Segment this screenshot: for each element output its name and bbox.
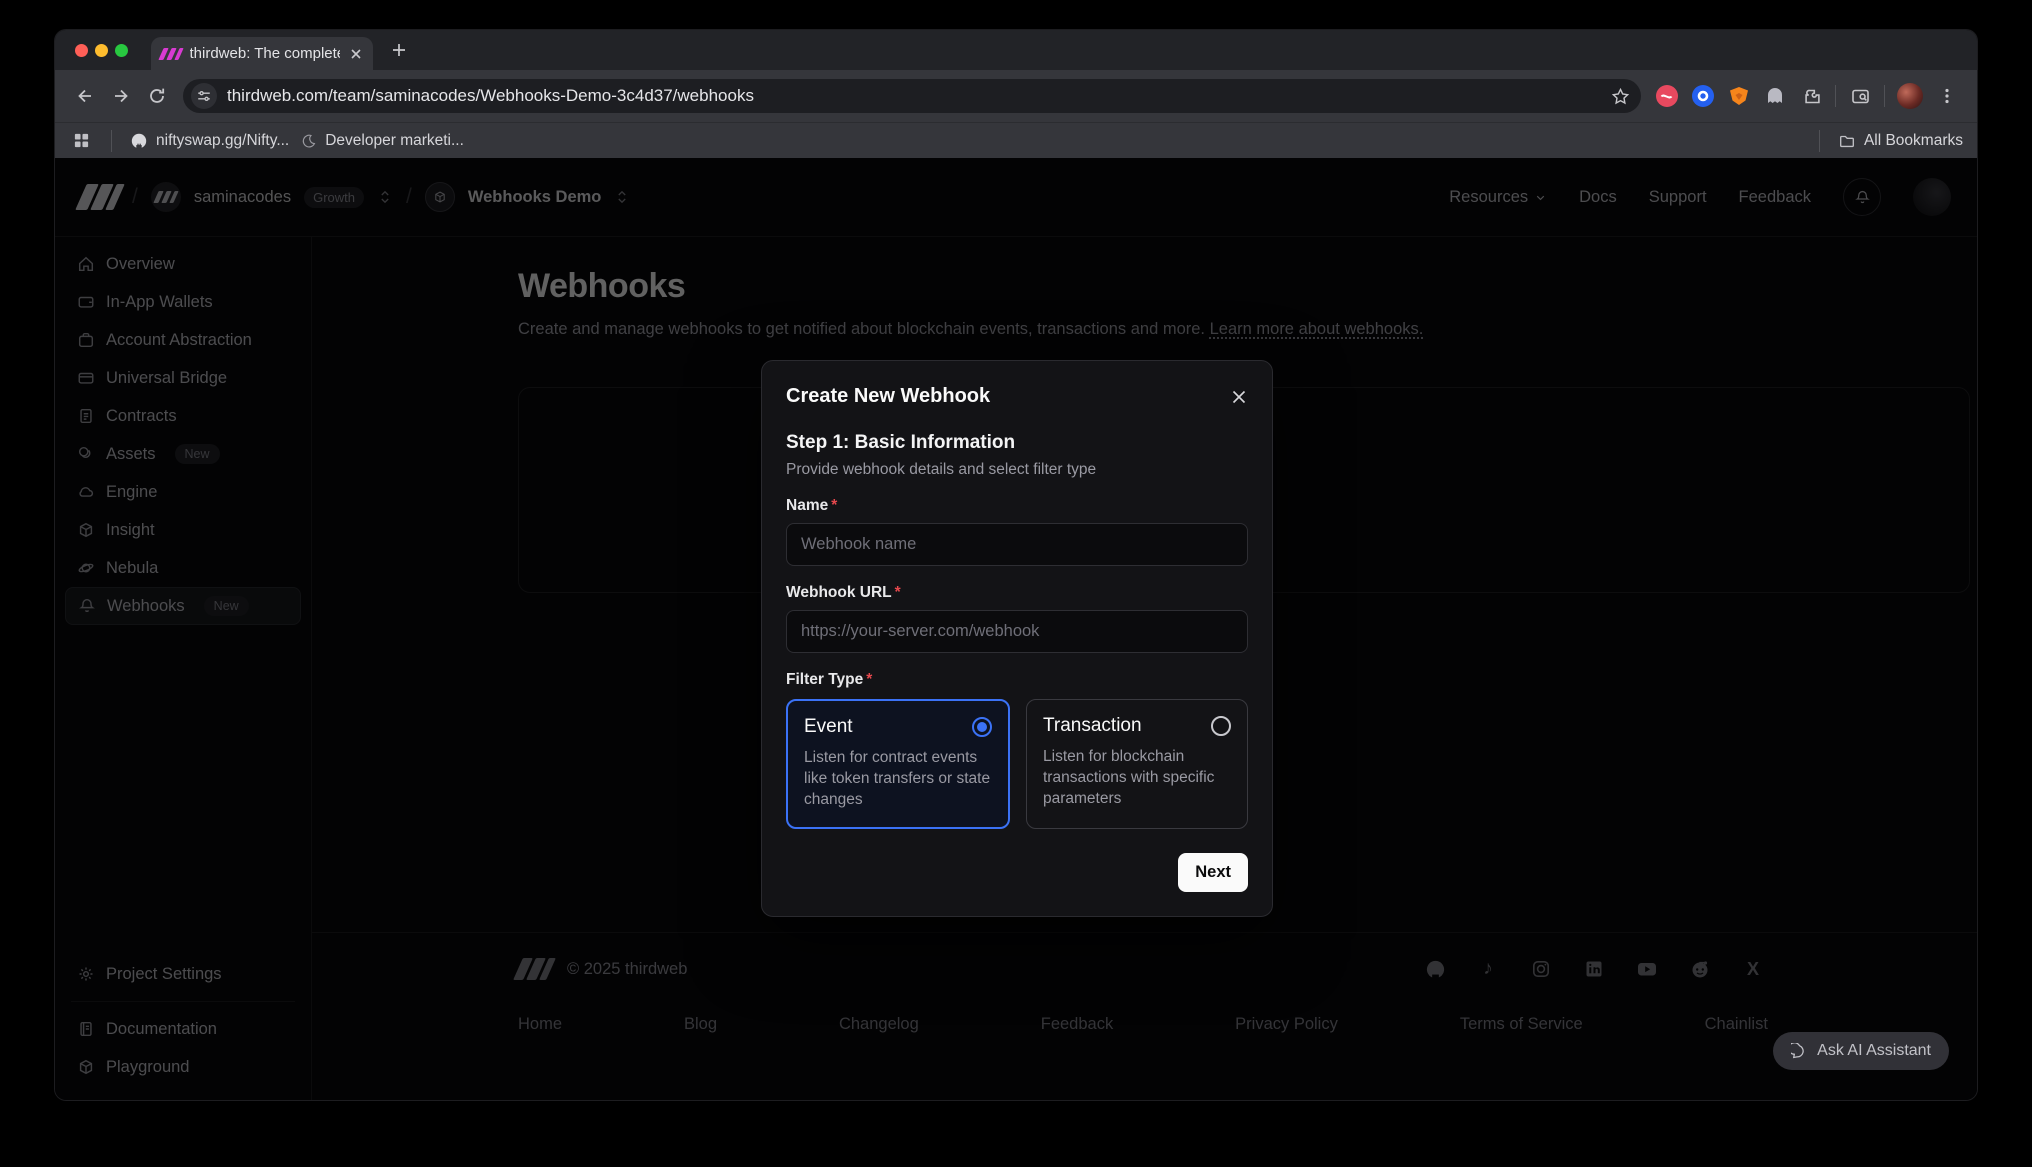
webhook-url-input[interactable] <box>786 610 1248 653</box>
step-subtitle: Provide webhook details and select filte… <box>786 461 1248 479</box>
apps-grid-icon[interactable] <box>69 129 93 153</box>
window-controls <box>75 44 128 57</box>
name-label: Name* <box>786 497 1248 515</box>
browser-tab[interactable]: thirdweb: The complete web3 <box>151 37 373 70</box>
filter-type-label: Filter Type* <box>786 671 1248 689</box>
phantom-icon[interactable] <box>1762 83 1788 109</box>
extensions-puzzle-icon[interactable] <box>1798 83 1824 109</box>
back-icon[interactable] <box>67 78 103 114</box>
webhook-name-input[interactable] <box>786 523 1248 566</box>
create-webhook-modal: Create New Webhook Step 1: Basic Informa… <box>761 360 1273 917</box>
bookmark-star-icon[interactable] <box>1605 78 1635 114</box>
webhook-url-label: Webhook URL* <box>786 584 1248 602</box>
extension-red-icon[interactable] <box>1654 83 1680 109</box>
next-button[interactable]: Next <box>1178 853 1248 892</box>
all-bookmarks-button[interactable]: All Bookmarks <box>1838 132 1963 150</box>
toolbar-separator <box>1884 85 1885 107</box>
folder-icon <box>1838 132 1856 150</box>
browser-window: thirdweb: The complete web3 thirdweb.com <box>55 30 1977 1100</box>
address-bar[interactable]: thirdweb.com/team/saminacodes/Webhooks-D… <box>183 79 1641 113</box>
minimize-window-button[interactable] <box>95 44 108 57</box>
site-settings-icon[interactable] <box>191 83 217 109</box>
bookmark-developer-marketing[interactable]: Developer marketi... <box>301 132 464 150</box>
bookmarks-separator <box>111 130 112 152</box>
filter-option-transaction[interactable]: Transaction Listen for blockchain transa… <box>1026 699 1248 829</box>
chat-bubble-icon <box>1791 1043 1808 1060</box>
filter-option-event[interactable]: Event Listen for contract events like to… <box>786 699 1010 829</box>
ask-ai-assistant-button[interactable]: Ask AI Assistant <box>1773 1032 1949 1070</box>
chrome-menu-icon[interactable] <box>1929 78 1965 114</box>
new-tab-button[interactable] <box>389 40 409 60</box>
forward-icon[interactable] <box>103 78 139 114</box>
modal-title: Create New Webhook <box>786 385 990 408</box>
close-window-button[interactable] <box>75 44 88 57</box>
url-text[interactable]: thirdweb.com/team/saminacodes/Webhooks-D… <box>227 86 1595 106</box>
reload-icon[interactable] <box>139 78 175 114</box>
crescent-icon <box>301 133 317 149</box>
required-marker: * <box>895 584 901 601</box>
tab-strip: thirdweb: The complete web3 <box>55 30 1977 70</box>
bookmarks-separator <box>1819 130 1820 152</box>
extension-blue-icon[interactable] <box>1690 83 1716 109</box>
filter-option-title: Event <box>804 716 853 738</box>
required-marker: * <box>866 671 872 688</box>
filter-option-title: Transaction <box>1043 715 1142 737</box>
filter-option-description: Listen for contract events like token tr… <box>804 748 992 811</box>
filter-option-description: Listen for blockchain transactions with … <box>1043 747 1231 810</box>
toolbar-separator <box>1835 85 1836 107</box>
close-icon[interactable] <box>1230 388 1248 406</box>
required-marker: * <box>831 497 837 514</box>
github-icon <box>130 132 148 150</box>
chrome-profile-avatar[interactable] <box>1897 83 1923 109</box>
browser-toolbar: thirdweb.com/team/saminacodes/Webhooks-D… <box>55 70 1977 122</box>
metamask-icon[interactable] <box>1726 83 1752 109</box>
radio-selected-icon[interactable] <box>972 717 992 737</box>
side-panel-icon[interactable] <box>1842 78 1878 114</box>
bookmark-label: niftyswap.gg/Nifty... <box>156 132 289 150</box>
tab-title: thirdweb: The complete web3 <box>190 45 341 62</box>
all-bookmarks-label: All Bookmarks <box>1864 132 1963 150</box>
thirdweb-favicon <box>161 48 181 60</box>
radio-unselected-icon[interactable] <box>1211 716 1231 736</box>
bookmarks-bar: niftyswap.gg/Nifty... Developer marketi.… <box>55 122 1977 158</box>
bookmark-label: Developer marketi... <box>325 132 464 150</box>
bookmark-niftyswap[interactable]: niftyswap.gg/Nifty... <box>130 132 289 150</box>
tab-close-icon[interactable] <box>349 47 363 61</box>
step-title: Step 1: Basic Information <box>786 432 1248 454</box>
maximize-window-button[interactable] <box>115 44 128 57</box>
